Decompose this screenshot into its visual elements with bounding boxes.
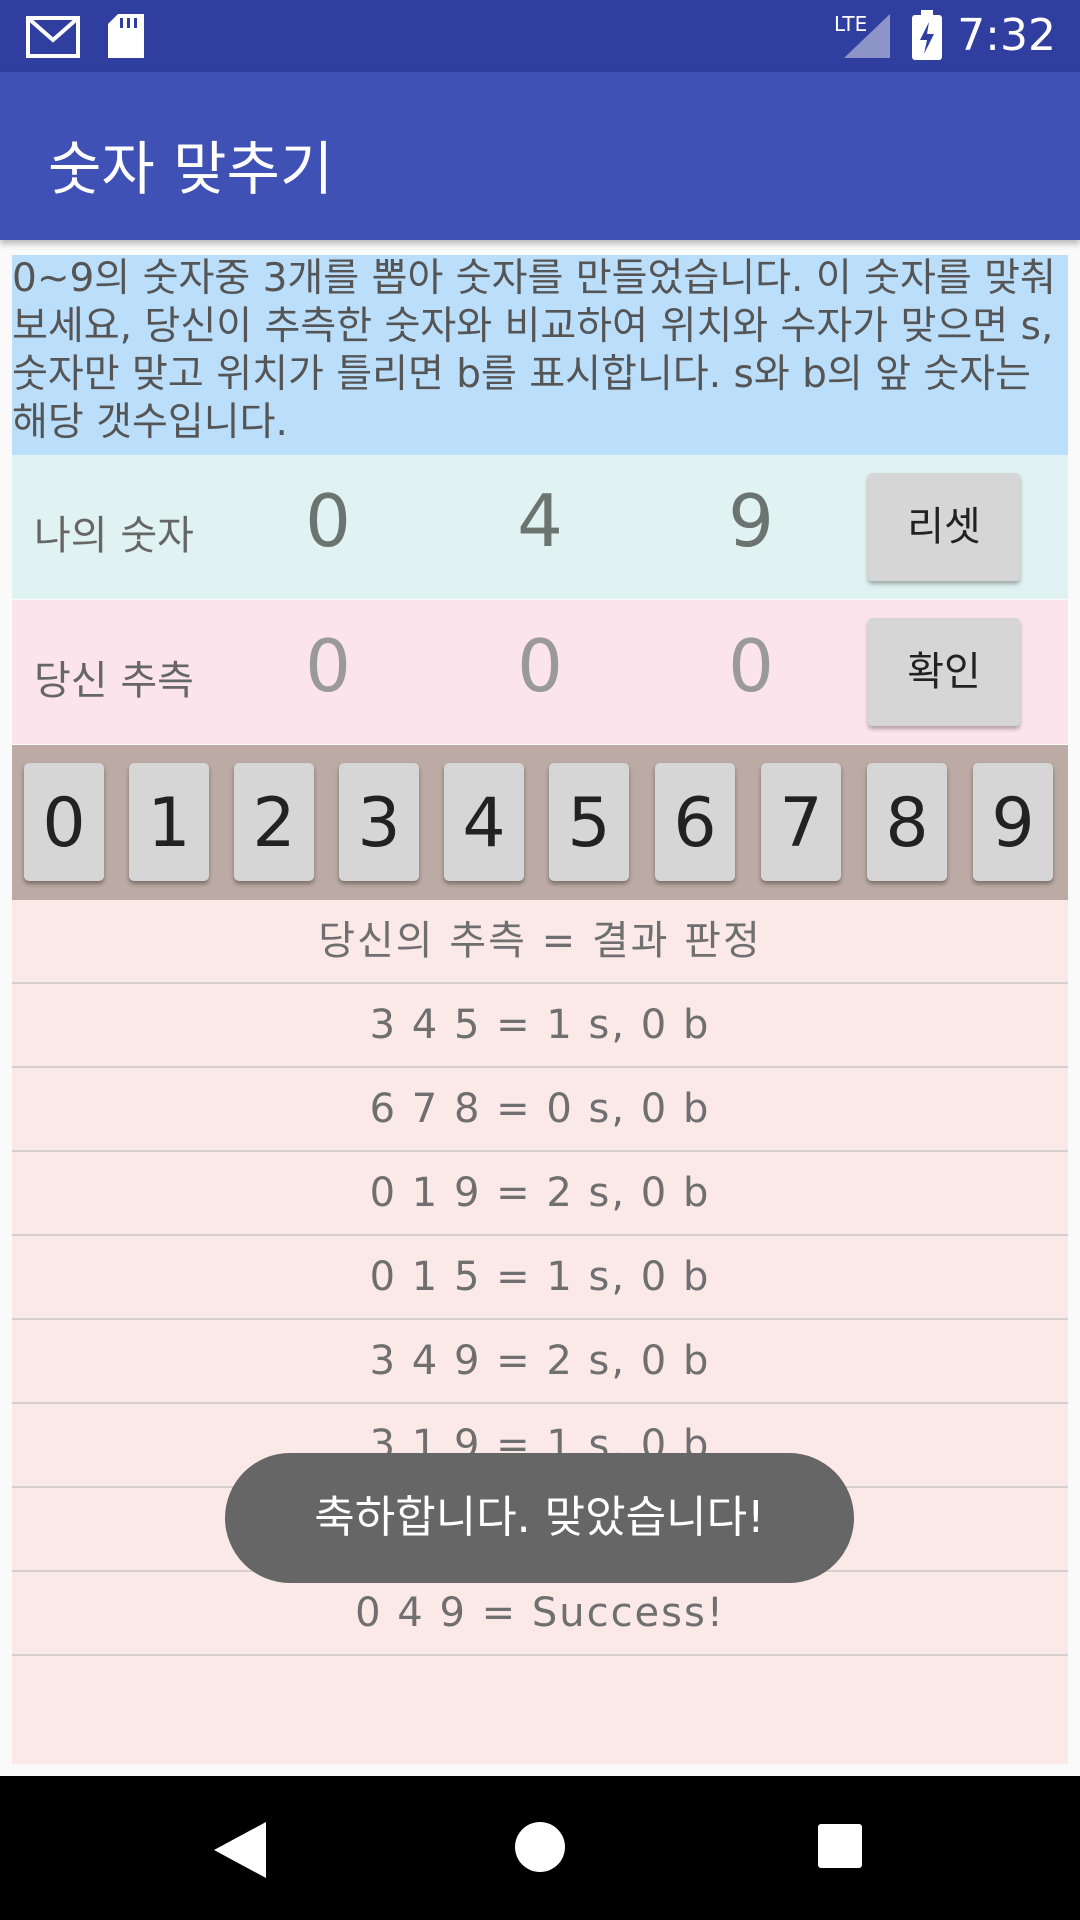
list-item[interactable]: 6 7 8 = 0 s, 0 b [12,1068,1068,1152]
key-4[interactable]: 4 [444,763,524,881]
reset-button[interactable]: 리셋 [868,473,1020,581]
key-9[interactable]: 9 [973,763,1053,881]
gmail-icon [26,16,80,58]
guess-history-list[interactable]: 당신의 추측 = 결과 판정 3 4 5 = 1 s, 0 b 6 7 8 = … [12,900,1068,1764]
guess-digit-1[interactable]: 0 [288,624,368,708]
key-8[interactable]: 8 [867,763,947,881]
list-item[interactable]: 0 4 9 = Success! [12,1572,1068,1656]
key-6[interactable]: 6 [655,763,735,881]
list-item[interactable]: 3 4 9 = 2 s, 0 b [12,1320,1068,1404]
recents-icon[interactable] [818,1824,862,1868]
key-3[interactable]: 3 [339,763,419,881]
key-7[interactable]: 7 [761,763,841,881]
my-digit-1: 0 [305,479,351,563]
back-icon[interactable] [214,1822,266,1878]
home-icon[interactable] [515,1822,565,1872]
app-title: 숫자 맞추기 [48,135,334,203]
key-0[interactable]: 0 [24,763,104,881]
my-digit-3: 9 [728,479,774,563]
navigation-bar [0,1776,1080,1920]
key-5[interactable]: 5 [549,763,629,881]
list-item[interactable]: 3 4 5 = 1 s, 0 b [12,984,1068,1068]
guess-label: 당신 추측 [34,658,194,704]
app-bar: 숫자 맞추기 [0,72,1080,240]
history-header: 당신의 추측 = 결과 판정 [12,900,1068,984]
list-item[interactable]: 0 1 9 = 2 s, 0 b [12,1152,1068,1236]
key-2[interactable]: 2 [234,763,314,881]
status-bar: LTE 7:32 [0,0,1080,72]
guess-digit-2[interactable]: 0 [500,624,580,708]
signal-icon [844,14,890,58]
my-digit-2: 4 [517,479,563,563]
my-number-label: 나의 숫자 [34,513,194,559]
instructions-text: 0~9의 숫자중 3개를 뽑아 숫자를 만들었습니다. 이 숫자를 맞춰 보세요… [12,255,1068,455]
guess-row: 당신 추측 0 0 0 확인 [12,600,1068,744]
clock: 7:32 [957,10,1056,61]
success-toast: 축하합니다. 맞았습니다! [225,1453,854,1583]
key-1[interactable]: 1 [129,763,209,881]
my-number-row: 나의 숫자 0 4 9 리셋 [12,455,1068,599]
list-item[interactable]: 0 1 5 = 1 s, 0 b [12,1236,1068,1320]
confirm-button[interactable]: 확인 [868,618,1020,726]
sd-card-icon [108,14,144,58]
digit-keypad: 0 1 2 3 4 5 6 7 8 9 [12,745,1068,900]
guess-digit-3[interactable]: 0 [711,624,791,708]
battery-charging-icon [912,10,942,60]
